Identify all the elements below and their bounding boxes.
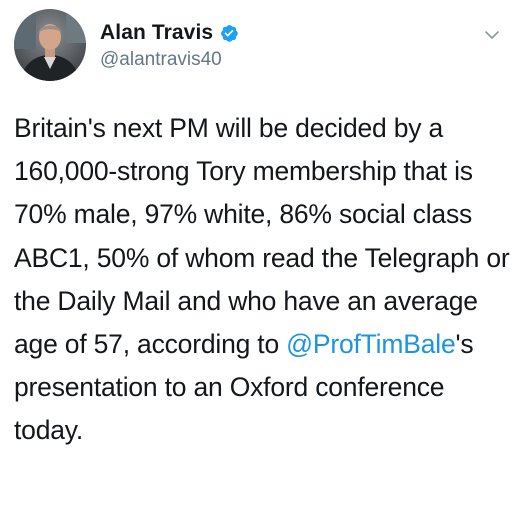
mention-link[interactable]: @ProfTimBale xyxy=(286,329,456,359)
verified-badge-icon xyxy=(219,23,239,43)
tweet-text-part1: Britain's next PM will be decided by a 1… xyxy=(14,113,510,360)
tweet-card: Alan Travis @alantravis40 Britain's next… xyxy=(0,0,519,514)
user-handle[interactable]: @alantravis40 xyxy=(100,49,239,71)
display-name-row: Alan Travis xyxy=(100,19,239,47)
avatar[interactable] xyxy=(14,9,86,81)
author-names: Alan Travis @alantravis40 xyxy=(100,19,239,71)
tweet-text: Britain's next PM will be decided by a 1… xyxy=(14,107,512,453)
chevron-down-icon[interactable] xyxy=(483,26,501,44)
tweet-header: Alan Travis @alantravis40 xyxy=(14,8,239,82)
avatar-photo-icon xyxy=(14,9,86,81)
display-name[interactable]: Alan Travis xyxy=(100,21,213,45)
